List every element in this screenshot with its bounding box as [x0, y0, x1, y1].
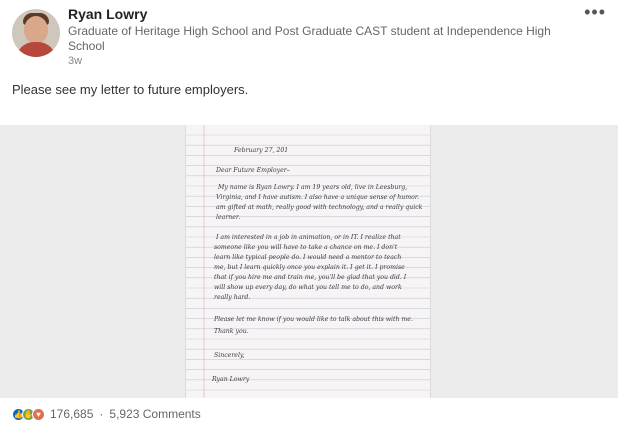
post-header: Ryan Lowry Graduate of Heritage High Sch… [12, 3, 606, 68]
letter-p2-line: really hard. [214, 294, 250, 301]
more-options-button[interactable]: ••• [584, 3, 606, 21]
post-image[interactable]: February 27, 201 Dear Future Employer– M… [0, 125, 618, 398]
reaction-count[interactable]: 176,685 [50, 407, 93, 421]
letter-p1-line: My name is Ryan Lowry. I am 19 years old… [217, 184, 407, 191]
avatar[interactable] [12, 9, 60, 57]
comments-count-link[interactable]: 5,923 Comments [109, 407, 200, 421]
author-headline: Graduate of Heritage High School and Pos… [68, 24, 551, 53]
letter-p1-line: am gifted at math, really good with tech… [216, 204, 423, 211]
social-counts-bar: 👍 ✋ ♥ 176,685 · 5,923 Comments [12, 405, 201, 423]
separator-dot: · [99, 407, 104, 421]
letter-greeting: Dear Future Employer– [215, 167, 290, 174]
letter-p1-line: Virginia, and I have autism. I also have… [216, 194, 419, 201]
letter-closing: Sincerely, [214, 352, 245, 359]
letter-date: February 27, 201 [233, 147, 288, 154]
letter-p2-line: someone like you will have to take a cha… [214, 244, 398, 251]
letter-p2-line: me, but I learn quickly once you explain… [214, 264, 405, 271]
letter-signature: Ryan Lowry [211, 376, 250, 383]
post-text: Please see my letter to future employers… [12, 82, 249, 97]
avatar-shirt [16, 42, 56, 57]
avatar-face [24, 16, 48, 44]
letter-p2-line: that if you hire me and train me, you'll… [214, 274, 407, 281]
love-icon[interactable]: ♥ [32, 407, 45, 421]
handwritten-letter: February 27, 201 Dear Future Employer– M… [185, 125, 431, 398]
letter-p2-line: I am interested in a job in animation, o… [215, 234, 401, 241]
letter-p3-line: Thank you. [214, 328, 249, 335]
letter-p2-line: will show up every day, do what you tell… [214, 284, 402, 291]
letter-p2-line: learn like typical people do. I would ne… [214, 254, 401, 261]
author-name[interactable]: Ryan Lowry [68, 6, 147, 22]
letter-p1-line: learner. [216, 214, 240, 221]
letter-paper: February 27, 201 Dear Future Employer– M… [186, 125, 430, 398]
post-timestamp: 3w [68, 55, 83, 67]
letter-p3-line: Please let me know if you would like to … [213, 316, 413, 323]
